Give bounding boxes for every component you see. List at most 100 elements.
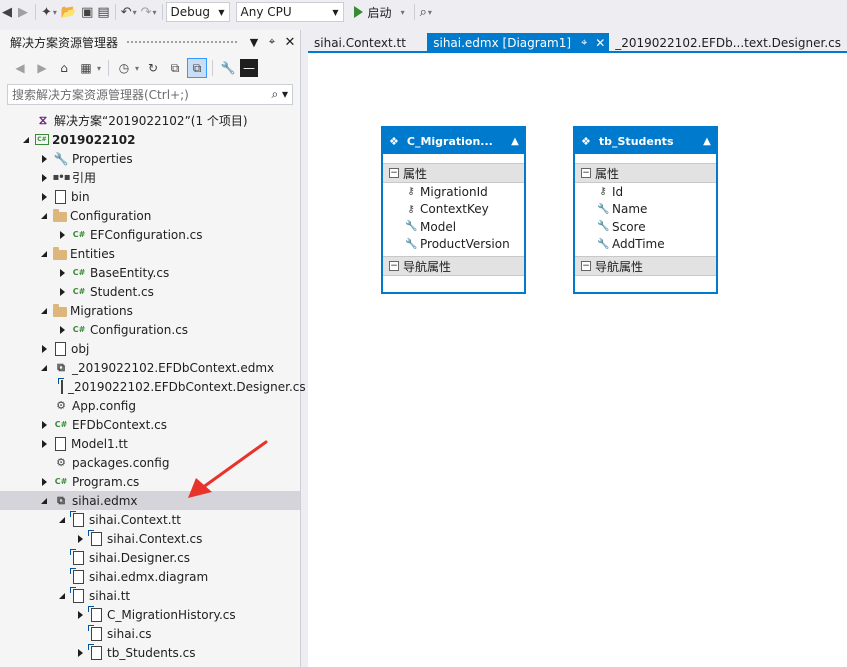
window-position-icon[interactable]: ▼ xyxy=(246,36,262,49)
tree-item[interactable]: tb_Students.cs xyxy=(0,643,300,662)
open-file-icon[interactable]: 📂 xyxy=(59,2,79,22)
refresh-icon[interactable]: ↻ xyxy=(143,58,163,78)
entity-shape[interactable]: ❖ tb_Students ▲ − 属性 ⚷ Id 🔧 Name 🔧 Score 🔧 AddTime − 导… xyxy=(573,126,718,294)
search-icon[interactable]: ⌕ ▾ xyxy=(271,87,288,102)
tree-item[interactable]: sihai.Designer.cs xyxy=(0,548,300,567)
expand-arrow-icon[interactable] xyxy=(56,510,68,529)
entity-property[interactable]: ⚷ MigrationId xyxy=(383,183,524,201)
collapse-arrow-icon[interactable] xyxy=(74,529,86,548)
collapse-box-icon[interactable]: − xyxy=(389,168,399,178)
tree-item[interactable]: ⧖ 解决方案“2019022102”(1 个项目) xyxy=(0,111,300,130)
pin-icon[interactable]: ⌖ xyxy=(264,35,280,49)
tree-item[interactable]: C# EFDbContext.cs xyxy=(0,415,300,434)
redo-icon[interactable]: ↷ xyxy=(139,2,154,22)
tree-item[interactable]: C_MigrationHistory.cs xyxy=(0,605,300,624)
document-tab[interactable]: sihai.edmx [Diagram1] ⌖ ✕ xyxy=(427,33,610,53)
chevron-down-icon[interactable]: ▾ xyxy=(97,64,101,73)
tree-item[interactable]: Configuration xyxy=(0,206,300,225)
navigation-properties-section-header[interactable]: − 导航属性 xyxy=(575,256,716,276)
expand-arrow-icon[interactable] xyxy=(38,206,50,225)
entity-shape[interactable]: ❖ C_Migration... ▲ − 属性 ⚷ MigrationId ⚷ ContextK… xyxy=(381,126,526,294)
navigate-forward-icon[interactable]: ▶ xyxy=(14,2,32,22)
forward-icon[interactable]: ▶ xyxy=(32,58,52,78)
preview-selected-items-icon[interactable]: — xyxy=(240,59,259,77)
tree-item[interactable]: C# EFConfiguration.cs xyxy=(0,225,300,244)
collapse-arrow-icon[interactable] xyxy=(74,605,86,624)
tree-item[interactable]: sihai.edmx.diagram xyxy=(0,567,300,586)
solution-platform-select[interactable]: Any CPU ▼ xyxy=(235,2,344,22)
expand-arrow-icon[interactable] xyxy=(38,491,50,510)
tree-item[interactable]: bin xyxy=(0,187,300,206)
back-icon[interactable]: ◀ xyxy=(10,58,30,78)
collapse-box-icon[interactable]: − xyxy=(389,261,399,271)
collapse-chevron-icon[interactable]: ▲ xyxy=(506,136,524,147)
collapse-arrow-icon[interactable] xyxy=(56,263,68,282)
collapse-arrow-icon[interactable] xyxy=(38,339,50,358)
properties-section-header[interactable]: − 属性 xyxy=(575,163,716,183)
chevron-down-icon[interactable]: ▾ xyxy=(153,8,157,17)
close-icon[interactable]: ✕ xyxy=(595,36,605,50)
tree-item[interactable]: ⧉ _2019022102.EFDbContext.edmx xyxy=(0,358,300,377)
tree-item[interactable]: sihai.Context.cs xyxy=(0,529,300,548)
collapse-arrow-icon[interactable] xyxy=(74,643,86,662)
document-tab[interactable]: _2019022102.EFDb...text.Designer.cs xyxy=(609,33,847,53)
collapse-arrow-icon[interactable] xyxy=(56,282,68,301)
entity-property[interactable]: 🔧 ProductVersion xyxy=(383,236,524,254)
collapse-arrow-icon[interactable] xyxy=(38,149,50,168)
collapse-arrow-icon[interactable] xyxy=(38,472,50,491)
navigate-back-icon[interactable]: ◀ xyxy=(0,2,14,22)
tree-item[interactable]: 🔧 Properties xyxy=(0,149,300,168)
tree-item[interactable]: sihai.tt xyxy=(0,586,300,605)
properties-wrench-icon[interactable]: 🔧 xyxy=(218,58,238,78)
expand-arrow-icon[interactable] xyxy=(38,358,50,377)
solution-explorer-search[interactable]: 搜索解决方案资源管理器(Ctrl+;) ⌕ ▾ xyxy=(7,84,293,105)
collapse-arrow-icon[interactable] xyxy=(38,168,50,187)
collapse-box-icon[interactable]: − xyxy=(581,261,591,271)
entity-header[interactable]: ❖ tb_Students ▲ xyxy=(575,128,716,154)
tree-item[interactable]: C# 2019022102 xyxy=(0,130,300,149)
collapse-arrow-icon[interactable] xyxy=(38,187,50,206)
collapse-arrow-icon[interactable] xyxy=(56,225,68,244)
save-icon[interactable]: ▣ xyxy=(79,2,95,22)
entity-property[interactable]: 🔧 AddTime xyxy=(575,236,716,254)
collapse-chevron-icon[interactable]: ▲ xyxy=(698,136,716,147)
tree-item[interactable]: sihai.Context.tt xyxy=(0,510,300,529)
save-all-icon[interactable]: ▤ xyxy=(95,2,111,22)
chevron-down-icon[interactable]: ▾ xyxy=(401,8,405,17)
solution-configuration-select[interactable]: Debug ▼ xyxy=(165,2,230,22)
collapse-arrow-icon[interactable] xyxy=(38,415,50,434)
switch-views-icon[interactable]: ▦ xyxy=(76,58,96,78)
collapse-arrow-icon[interactable] xyxy=(56,320,68,339)
start-debugging-button[interactable]: 启动 ▾ xyxy=(350,4,411,21)
tree-item[interactable]: obj xyxy=(0,339,300,358)
tree-item[interactable]: Entities xyxy=(0,244,300,263)
edmx-designer-canvas[interactable]: ❖ C_Migration... ▲ − 属性 ⚷ MigrationId ⚷ ContextK… xyxy=(308,53,847,667)
expand-arrow-icon[interactable] xyxy=(20,130,32,149)
expand-arrow-icon[interactable] xyxy=(38,244,50,263)
entity-property[interactable]: 🔧 Score xyxy=(575,218,716,236)
entity-property[interactable]: 🔧 Model xyxy=(383,218,524,236)
entity-property[interactable]: ⚷ Id xyxy=(575,183,716,201)
search-input[interactable]: 搜索解决方案资源管理器(Ctrl+;) xyxy=(12,86,189,103)
chevron-down-icon[interactable]: ▾ xyxy=(135,64,139,73)
expand-arrow-icon[interactable] xyxy=(56,586,68,605)
tree-item[interactable]: ▪•▪ 引用 xyxy=(0,168,300,187)
tree-item[interactable]: _2019022102.EFDbContext.Designer.cs xyxy=(0,377,306,396)
new-project-icon[interactable]: ✦ xyxy=(39,2,54,22)
tree-item[interactable]: C# Configuration.cs xyxy=(0,320,300,339)
chevron-down-icon[interactable]: ▾ xyxy=(53,8,57,17)
properties-section-header[interactable]: − 属性 xyxy=(383,163,524,183)
navigation-properties-section-header[interactable]: − 导航属性 xyxy=(383,256,524,276)
document-tab[interactable]: sihai.Context.tt xyxy=(308,33,427,53)
pin-icon[interactable]: ⌖ xyxy=(581,36,587,50)
close-icon[interactable]: ✕ xyxy=(282,35,298,50)
tree-item[interactable]: ⚙ App.config xyxy=(0,396,300,415)
pending-changes-icon[interactable]: ◷ xyxy=(114,58,134,78)
tree-item[interactable]: sihai.cs xyxy=(0,624,300,643)
toolbar-overflow-icon[interactable]: ▾ xyxy=(428,8,432,17)
entity-header[interactable]: ❖ C_Migration... ▲ xyxy=(383,128,524,154)
tree-item[interactable]: C# BaseEntity.cs xyxy=(0,263,300,282)
collapse-all-icon[interactable]: ⧉ xyxy=(165,58,185,78)
entity-property[interactable]: ⚷ ContextKey xyxy=(383,201,524,219)
panel-grip[interactable] xyxy=(126,39,238,45)
